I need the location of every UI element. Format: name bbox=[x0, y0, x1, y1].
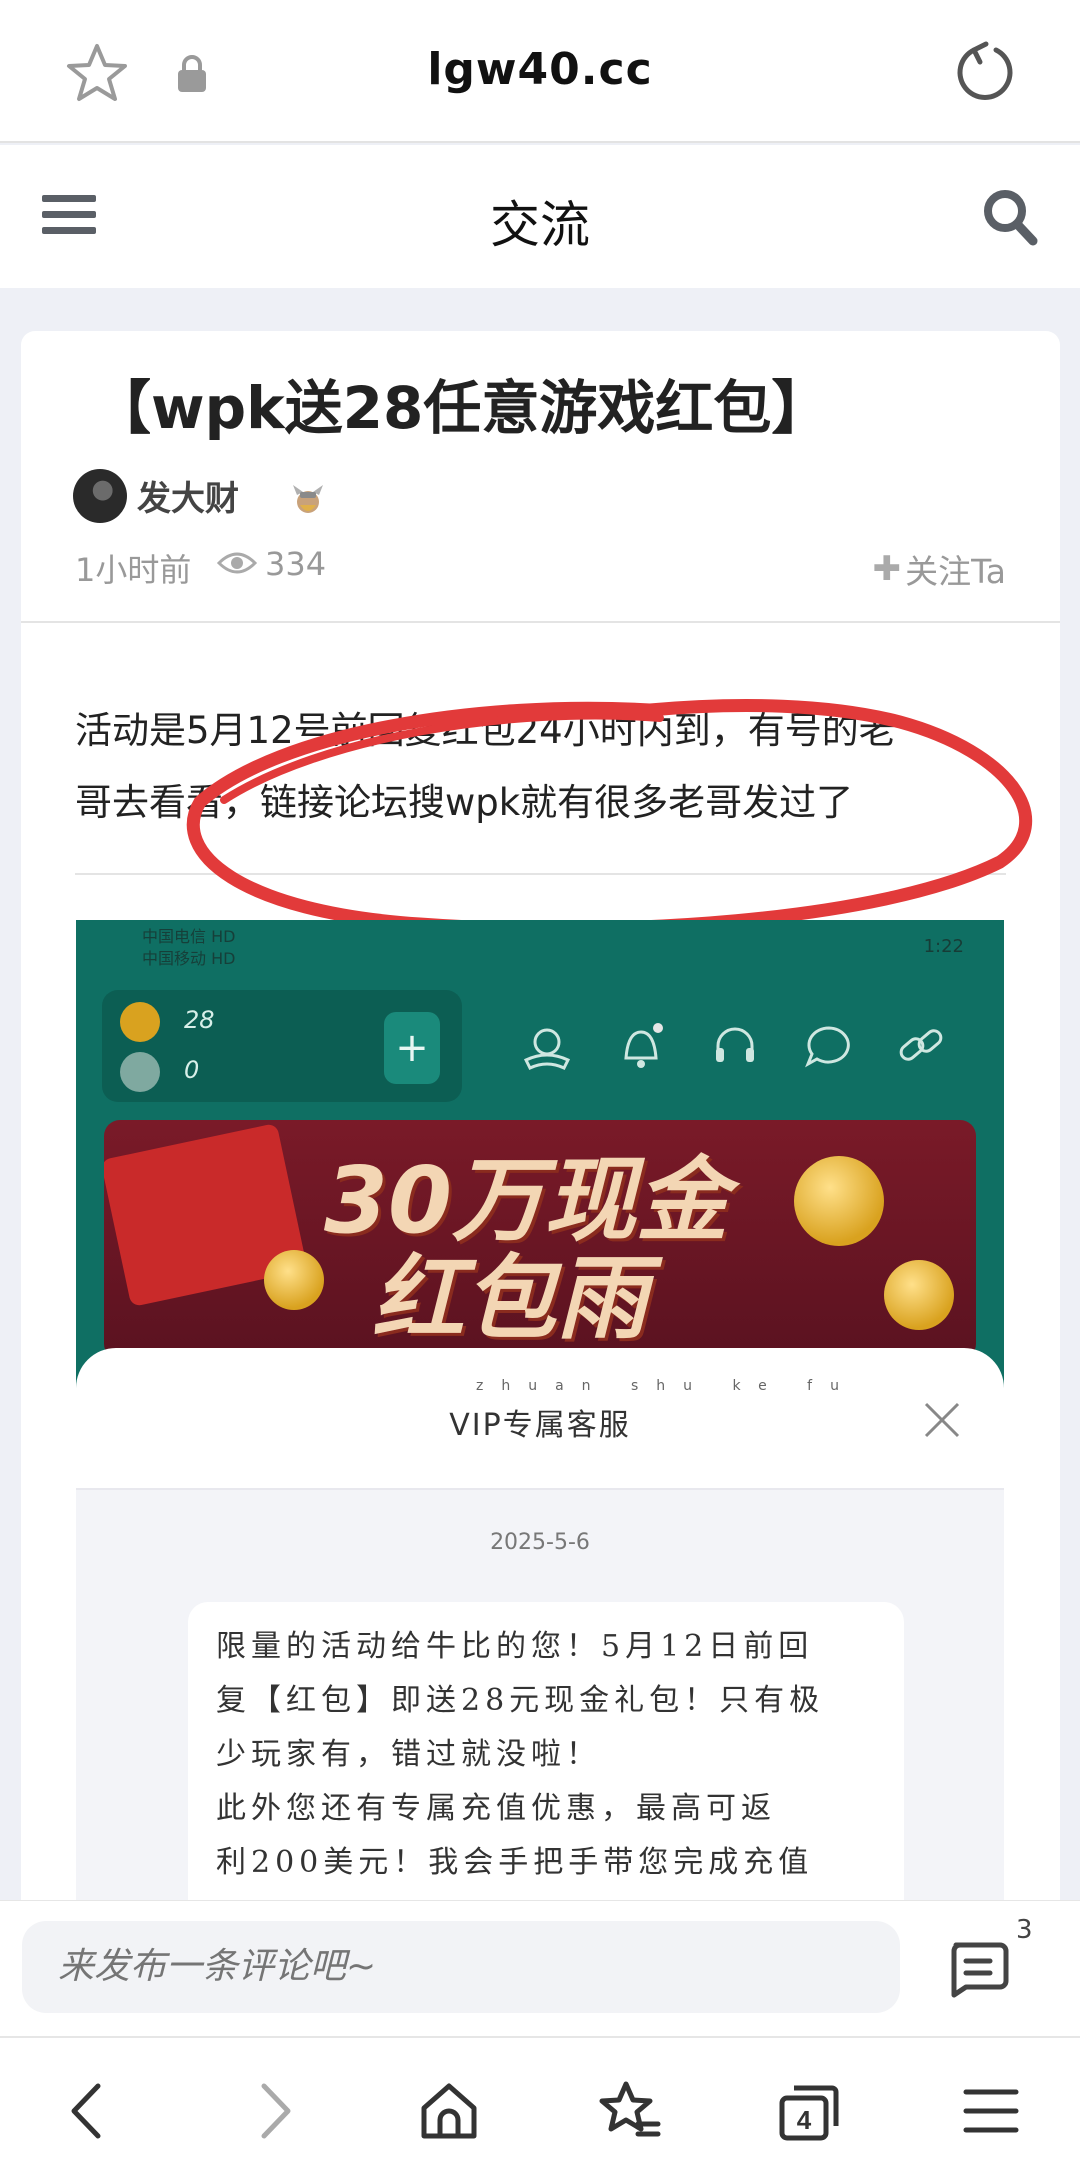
sheet-title-pinyin: zhuan shu ke fu bbox=[476, 1378, 857, 1394]
menu-icon[interactable] bbox=[958, 2078, 1024, 2144]
dollar-icon bbox=[120, 1052, 160, 1092]
bell-icon bbox=[624, 1023, 663, 1068]
headset-icon bbox=[716, 1027, 754, 1062]
search-icon[interactable] bbox=[982, 187, 1038, 247]
chat-date: 2025-5-6 bbox=[490, 1530, 590, 1555]
message-line: 复【红包】即送28元现金礼包！只有极 bbox=[216, 1683, 825, 1718]
gold-coin-image bbox=[264, 1250, 324, 1310]
tabs-icon[interactable]: 4 bbox=[776, 2078, 842, 2144]
wallet-add-button: + bbox=[384, 1012, 440, 1084]
section-title: 交流 bbox=[490, 196, 590, 254]
message-line: 此外您还有专属充值优惠，最高可返 bbox=[216, 1791, 776, 1826]
message-line: 利200美元！我会手把手带您完成充值 bbox=[216, 1845, 814, 1880]
home-icon[interactable] bbox=[416, 2078, 482, 2144]
comment-count: 3 bbox=[1016, 1915, 1033, 1945]
author-name[interactable]: 发大财 bbox=[137, 471, 239, 520]
follow-label: 关注Ta bbox=[905, 552, 1006, 591]
reload-icon[interactable] bbox=[952, 38, 1018, 104]
address-url[interactable]: lgw40.cc bbox=[0, 44, 1080, 95]
support-sheet: zhuan shu ke fu VIP专属客服 2025-5-6 限量的活动给牛… bbox=[76, 1348, 1004, 1900]
gold-coin-image bbox=[884, 1260, 954, 1330]
wallet-cash-value: 0 bbox=[184, 1056, 200, 1084]
author-avatar[interactable] bbox=[73, 469, 127, 523]
plus-icon: ✚ bbox=[872, 549, 902, 589]
message-line: 限量的活动给牛比的您！5月12日前回 bbox=[216, 1629, 814, 1664]
browser-bottom-nav: 4 bbox=[0, 2036, 1080, 2177]
annotation-circle bbox=[186, 699, 1033, 936]
embedded-screenshot: 中国电信 HD 中国移动 HD 1:22 28 0 + 30万现金 红包雨 zh… bbox=[76, 920, 1004, 1900]
bookmarks-icon[interactable] bbox=[596, 2078, 662, 2144]
sheet-title: VIP专属客服 bbox=[449, 1408, 631, 1443]
comment-bar: 3 bbox=[0, 1900, 1080, 2036]
post-title: 【wpk送28任意游戏红包】 bbox=[93, 374, 830, 442]
follow-button[interactable]: ✚ 关注Ta bbox=[873, 545, 1006, 593]
shot-status-clock: 1:22 bbox=[923, 936, 964, 957]
promo-banner: 30万现金 红包雨 bbox=[104, 1120, 976, 1360]
chip-hand-icon bbox=[523, 1028, 571, 1070]
coin-icon bbox=[120, 1002, 160, 1042]
back-icon[interactable] bbox=[56, 2078, 122, 2144]
forward-icon[interactable] bbox=[240, 2078, 306, 2144]
wallet-coin-value: 28 bbox=[184, 1006, 215, 1034]
browser-top-bar: lgw40.cc bbox=[0, 0, 1080, 143]
view-count: 334 bbox=[265, 545, 327, 583]
chat-area: 2025-5-6 限量的活动给牛比的您！5月12日前回 复【红包】即送28元现金… bbox=[76, 1490, 1004, 1900]
shot-status-carriers: 中国电信 HD 中国移动 HD bbox=[142, 927, 236, 968]
divider bbox=[21, 621, 1060, 623]
site-header: 交流 bbox=[0, 145, 1080, 288]
tab-count: 4 bbox=[797, 2105, 812, 2135]
eye-icon bbox=[217, 552, 257, 574]
close-icon bbox=[924, 1402, 960, 1438]
comment-icon[interactable] bbox=[946, 1939, 1010, 1999]
viking-badge-icon bbox=[293, 485, 323, 513]
wallet-panel: 28 0 + bbox=[102, 990, 462, 1102]
gold-coin-image bbox=[794, 1156, 884, 1246]
chat-message-bubble: 限量的活动给牛比的您！5月12日前回 复【红包】即送28元现金礼包！只有极 少玩… bbox=[188, 1602, 904, 1900]
banner-subheadline: 红包雨 bbox=[372, 1245, 649, 1352]
message-line: 少玩家有，错过就没啦！ bbox=[216, 1737, 601, 1772]
post-time: 1小时前 bbox=[75, 551, 192, 589]
chat-bubble-icon bbox=[805, 1026, 850, 1068]
comment-input[interactable] bbox=[22, 1921, 900, 2013]
link-icon bbox=[899, 1029, 943, 1061]
